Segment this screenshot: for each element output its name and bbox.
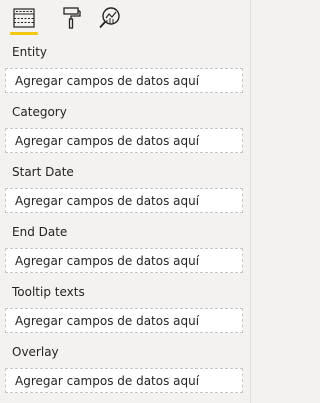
fields-tab[interactable] [11,6,37,30]
well-label: Start Date [12,165,74,179]
well-label: Entity [12,45,48,59]
drop-zone-overlay[interactable]: Agregar campos de datos aquí [5,368,243,393]
well-label: Overlay [12,345,59,359]
drop-zone-start-date[interactable]: Agregar campos de datos aquí [5,188,243,213]
visualization-pane-toolbar [0,0,251,36]
active-tab-indicator [10,32,38,35]
well-label: Category [12,105,67,119]
drop-zone-placeholder: Agregar campos de datos aquí [15,254,200,268]
drop-zone-placeholder: Agregar campos de datos aquí [15,194,200,208]
analytics-tab[interactable] [97,6,123,30]
format-paint-roller-icon [63,7,81,29]
format-tab[interactable] [59,6,85,30]
drop-zone-placeholder: Agregar campos de datos aquí [15,134,200,148]
drop-zone-tooltip-texts[interactable]: Agregar campos de datos aquí [5,308,243,333]
well-label: Tooltip texts [12,285,85,299]
drop-zone-placeholder: Agregar campos de datos aquí [15,374,200,388]
well-label: End Date [12,225,68,239]
drop-zone-category[interactable]: Agregar campos de datos aquí [5,128,243,153]
fields-icon [13,8,35,28]
analytics-magnifier-icon [99,7,120,29]
drop-zone-placeholder: Agregar campos de datos aquí [15,74,200,88]
drop-zone-placeholder: Agregar campos de datos aquí [15,314,200,328]
drop-zone-entity[interactable]: Agregar campos de datos aquí [5,68,243,93]
drop-zone-end-date[interactable]: Agregar campos de datos aquí [5,248,243,273]
